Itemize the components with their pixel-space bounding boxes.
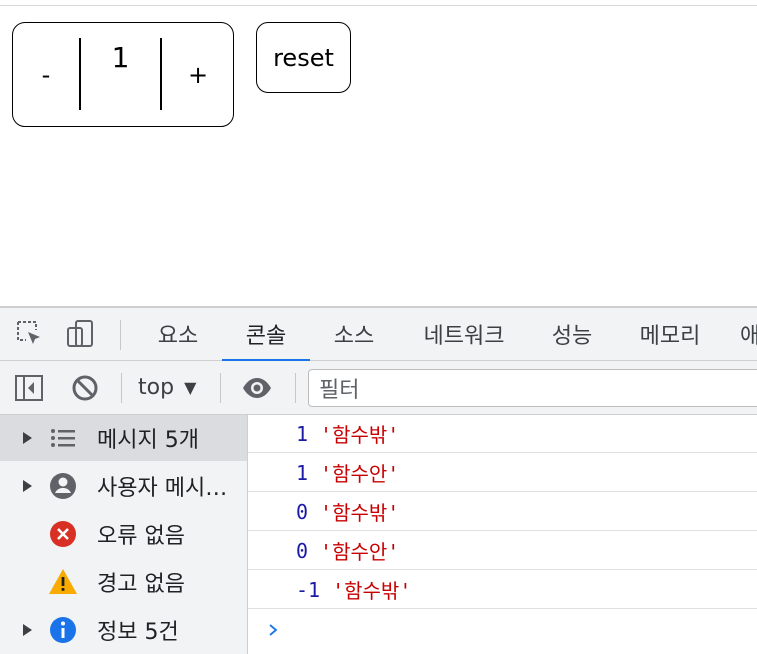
context-selector[interactable]: top ▼ [138,361,196,414]
log-number: 1 [296,460,309,485]
inspect-element-icon[interactable] [14,318,46,350]
log-string: '함수밖' [332,579,412,603]
expand-arrow-icon[interactable] [20,431,34,445]
clear-console-icon[interactable] [69,372,101,404]
toolbar-divider [220,373,221,403]
increment-button[interactable]: + [183,23,213,126]
console-toolbar: top ▼ 필터 [0,361,757,415]
sidebar-item-user-messages[interactable]: 사용자 메시… [0,463,247,509]
list-icon [51,429,75,447]
sidebar-item-warnings[interactable]: 경고 없음 [0,559,247,605]
tab-sources[interactable]: 소스 [326,308,382,360]
toolbar-divider [295,373,296,403]
device-toolbar-icon[interactable] [64,318,96,350]
sidebar-item-label: 오류 없음 [97,524,185,549]
sidebar-item-info[interactable]: 정보 5건 [0,607,247,653]
expand-arrow-icon[interactable] [20,623,34,637]
error-icon [50,521,76,547]
sidebar-item-label: 사용자 메시… [97,476,228,501]
sidebar-item-label: 정보 5건 [97,620,179,645]
counter-divider [160,38,162,110]
log-string: '함수밖' [320,423,400,447]
devtools-panel: 요소 콘솔 소스 네트워크 성능 메모리 애 top ▼ 필터 메시지 5개 사… [0,306,757,654]
user-icon [50,473,76,499]
console-log-row: 1 '함수안' [248,454,757,492]
caret-down-icon: ▼ [184,378,197,397]
expand-arrow-icon[interactable] [20,479,34,493]
console-sidebar: 메시지 5개 사용자 메시… 오류 없음 경고 없음 정보 5건 [0,415,248,654]
decrement-button[interactable]: - [31,23,61,126]
counter-value: 1 [111,41,130,74]
warning-icon [49,569,77,594]
log-string: '함수안' [320,462,400,486]
live-expression-eye-icon[interactable] [241,372,273,404]
console-log-row: 0 '함수안' [248,532,757,570]
log-string: '함수밖' [320,501,400,525]
log-number: 0 [296,538,309,563]
log-number: -1 [296,577,321,602]
sidebar-item-label: 메시지 5개 [97,428,199,453]
log-number: 0 [296,499,309,524]
filter-input[interactable]: 필터 [308,369,757,407]
reset-button[interactable]: reset [256,22,351,93]
toolbar-divider [121,373,122,403]
log-number: 1 [296,421,309,446]
console-output: 1 '함수밖' 1 '함수안' 0 '함수밖' 0 '함수안' -1 '함수밖' [248,415,757,654]
sidebar-toggle-icon[interactable] [13,372,45,404]
devtools-tabbar: 요소 콘솔 소스 네트워크 성능 메모리 애 [0,308,757,362]
console-log-row: 1 '함수밖' [248,415,757,453]
console-log-row: -1 '함수밖' [248,571,757,609]
sidebar-item-messages[interactable]: 메시지 5개 [0,415,247,461]
console-prompt-chevron-icon[interactable] [266,623,280,637]
tab-memory[interactable]: 메모리 [630,308,710,360]
tab-network[interactable]: 네트워크 [414,308,514,360]
tab-performance[interactable]: 성능 [544,308,600,360]
tab-console[interactable]: 콘솔 [222,308,310,362]
tab-elements[interactable]: 요소 [150,308,206,360]
tab-application-truncated[interactable]: 애 [740,308,757,360]
console-log-row: 0 '함수밖' [248,493,757,531]
context-selector-value: top [138,375,175,400]
counter-widget: - 1 + [12,22,234,127]
tabbar-divider [120,320,121,350]
info-icon [50,617,76,643]
sidebar-item-errors[interactable]: 오류 없음 [0,511,247,557]
log-string: '함수안' [320,540,400,564]
sidebar-item-label: 경고 없음 [97,572,185,597]
